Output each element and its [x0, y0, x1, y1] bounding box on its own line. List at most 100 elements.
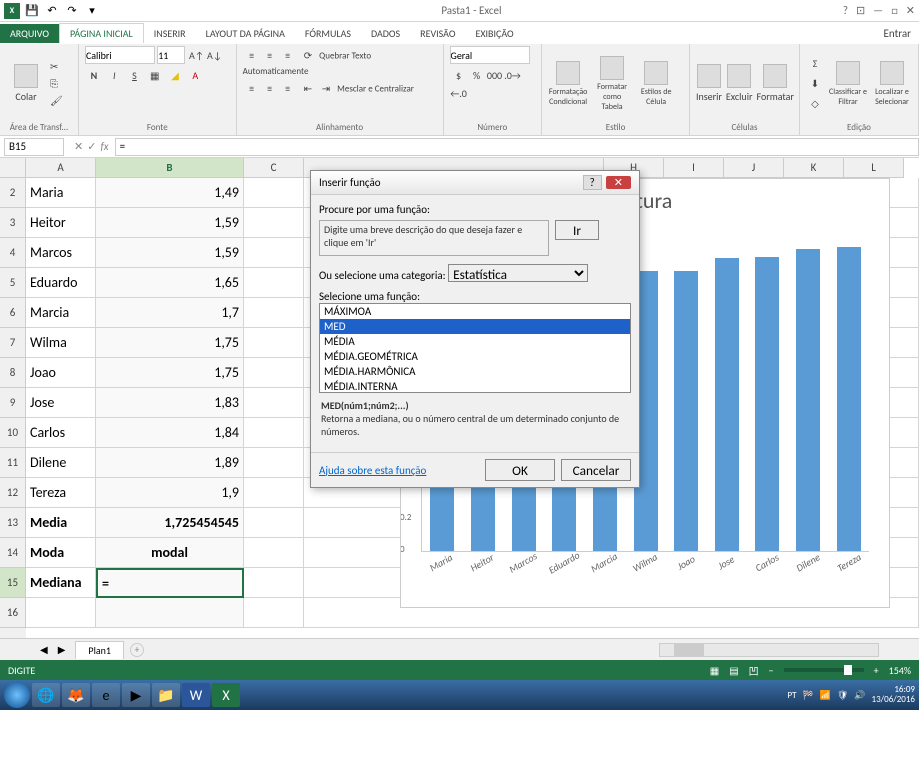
inc-decimal-icon[interactable]: .0→	[504, 66, 522, 84]
select-all-corner[interactable]	[0, 158, 26, 178]
cell[interactable]	[244, 178, 304, 208]
tab-review[interactable]: REVISÃO	[410, 24, 465, 43]
category-select[interactable]: Estatística	[448, 264, 588, 282]
function-list-item[interactable]: MÉDIA.GEOMÉTRICA	[320, 349, 630, 364]
italic-button[interactable]: I	[105, 66, 123, 84]
border-icon[interactable]: ▦	[146, 66, 164, 84]
align-center-icon[interactable]: ≡	[261, 79, 279, 97]
cell[interactable]	[244, 268, 304, 298]
function-list-item[interactable]: MÉDIA	[320, 334, 630, 349]
cell[interactable]: Maria	[26, 178, 96, 208]
function-list-item[interactable]: MÉDIA.HARMÔNICA	[320, 364, 630, 379]
taskbar-explorer-icon[interactable]: 📁	[152, 683, 180, 707]
row-header[interactable]: 15	[0, 568, 26, 598]
tray-network-icon[interactable]: 📶	[820, 690, 831, 701]
cell[interactable]: 1,59	[96, 208, 244, 238]
cell[interactable]: 1,75	[96, 358, 244, 388]
sort-filter-button[interactable]: Classificar e Filtrar	[828, 61, 868, 107]
tab-insert[interactable]: INSERIR	[144, 24, 196, 43]
cell[interactable]	[244, 508, 304, 538]
cell[interactable]: Joao	[26, 358, 96, 388]
find-select-button[interactable]: Localizar e Selecionar	[872, 61, 912, 107]
font-size-select[interactable]	[157, 46, 185, 64]
cut-icon[interactable]: ✂	[50, 60, 63, 73]
merge-center-button[interactable]: Mesclar e Centralizar	[337, 84, 414, 95]
function-list[interactable]: MÁXIMOAMEDMÉDIAMÉDIA.GEOMÉTRICAMÉDIA.HAR…	[319, 303, 631, 393]
row-header[interactable]: 12	[0, 478, 26, 508]
cancel-entry-icon[interactable]: ✕	[74, 140, 83, 153]
format-table-button[interactable]: Formatar como Tabela	[592, 56, 632, 112]
function-search-input[interactable]: Digite uma breve descrição do que deseja…	[319, 220, 549, 256]
cell[interactable]: 1,84	[96, 418, 244, 448]
cell[interactable]: Marcos	[26, 238, 96, 268]
dialog-close-icon[interactable]: ✕	[606, 176, 631, 189]
cell[interactable]	[244, 538, 304, 568]
cell[interactable]	[244, 568, 304, 598]
cancel-button[interactable]: Cancelar	[561, 459, 631, 481]
go-button[interactable]: Ir	[555, 220, 599, 240]
zoom-out-icon[interactable]: −	[769, 664, 774, 677]
dialog-help-icon[interactable]: ?	[583, 175, 602, 190]
sheet-nav-next-icon[interactable]: ▶	[58, 643, 66, 656]
tab-layout[interactable]: LAYOUT DA PÁGINA	[196, 24, 295, 43]
tray-flag-icon[interactable]: 🏁	[802, 690, 813, 701]
row-header[interactable]: 7	[0, 328, 26, 358]
percent-icon[interactable]: %	[468, 66, 486, 84]
indent-inc-icon[interactable]: ⇥	[317, 79, 335, 97]
name-box[interactable]	[4, 138, 64, 156]
cell[interactable]	[244, 418, 304, 448]
tab-view[interactable]: EXIBIÇÃO	[465, 24, 523, 43]
tray-lang[interactable]: PT	[787, 690, 796, 701]
row-header[interactable]: 6	[0, 298, 26, 328]
row-header[interactable]: 10	[0, 418, 26, 448]
col-header-l[interactable]: L	[844, 158, 904, 178]
cell[interactable]: Media	[26, 508, 96, 538]
view-layout-icon[interactable]: ▤	[729, 664, 738, 677]
fill-icon[interactable]: ⬇	[806, 75, 824, 93]
function-list-item[interactable]: MED	[320, 319, 630, 334]
taskbar-ie-icon[interactable]: e	[92, 683, 120, 707]
col-header-i[interactable]: I	[664, 158, 724, 178]
cell[interactable]	[244, 448, 304, 478]
function-help-link[interactable]: Ajuda sobre esta função	[319, 464, 479, 477]
row-header[interactable]: 16	[0, 598, 26, 628]
bold-button[interactable]: N	[85, 66, 103, 84]
cell[interactable]: Tereza	[26, 478, 96, 508]
cell[interactable]: 1,83	[96, 388, 244, 418]
ribbon-options-icon[interactable]: ⊡	[856, 4, 865, 17]
font-color-icon[interactable]: A	[186, 66, 204, 84]
cell[interactable]: Wilma	[26, 328, 96, 358]
cell[interactable]	[244, 388, 304, 418]
cell[interactable]	[244, 238, 304, 268]
cell[interactable]	[244, 358, 304, 388]
col-header-a[interactable]: A	[26, 158, 96, 178]
minimize-icon[interactable]: —	[873, 4, 883, 17]
tab-file[interactable]: ARQUIVO	[0, 24, 59, 43]
cell[interactable]	[244, 328, 304, 358]
cond-format-button[interactable]: Formatação Condicional	[548, 61, 588, 107]
cell[interactable]: Jose	[26, 388, 96, 418]
confirm-entry-icon[interactable]: ✓	[87, 140, 96, 153]
cell[interactable]	[244, 298, 304, 328]
add-sheet-button[interactable]: +	[130, 643, 144, 657]
cell[interactable]: Carlos	[26, 418, 96, 448]
cell[interactable]: modal	[96, 538, 244, 568]
align-middle-icon[interactable]: ≡	[261, 46, 279, 64]
help-icon[interactable]: ?	[843, 4, 848, 17]
shrink-font-icon[interactable]: A↓	[205, 46, 223, 64]
row-header[interactable]: 4	[0, 238, 26, 268]
undo-icon[interactable]: ↶	[44, 3, 60, 19]
row-header[interactable]: 13	[0, 508, 26, 538]
cell[interactable]: 1,89	[96, 448, 244, 478]
col-header-b[interactable]: B	[96, 158, 244, 178]
taskbar-firefox-icon[interactable]: 🦊	[62, 683, 90, 707]
sign-in-link[interactable]: Entrar	[884, 27, 911, 40]
cell[interactable]: 1,65	[96, 268, 244, 298]
taskbar-media-icon[interactable]: ▶	[122, 683, 150, 707]
view-break-icon[interactable]: 凹	[749, 663, 759, 678]
cell[interactable]: Marcia	[26, 298, 96, 328]
qat-dropdown-icon[interactable]: ▾	[84, 3, 100, 19]
cell[interactable]: 1,725454545	[96, 508, 244, 538]
cell[interactable]: 1,49	[96, 178, 244, 208]
fx-icon[interactable]: fx	[100, 140, 108, 153]
